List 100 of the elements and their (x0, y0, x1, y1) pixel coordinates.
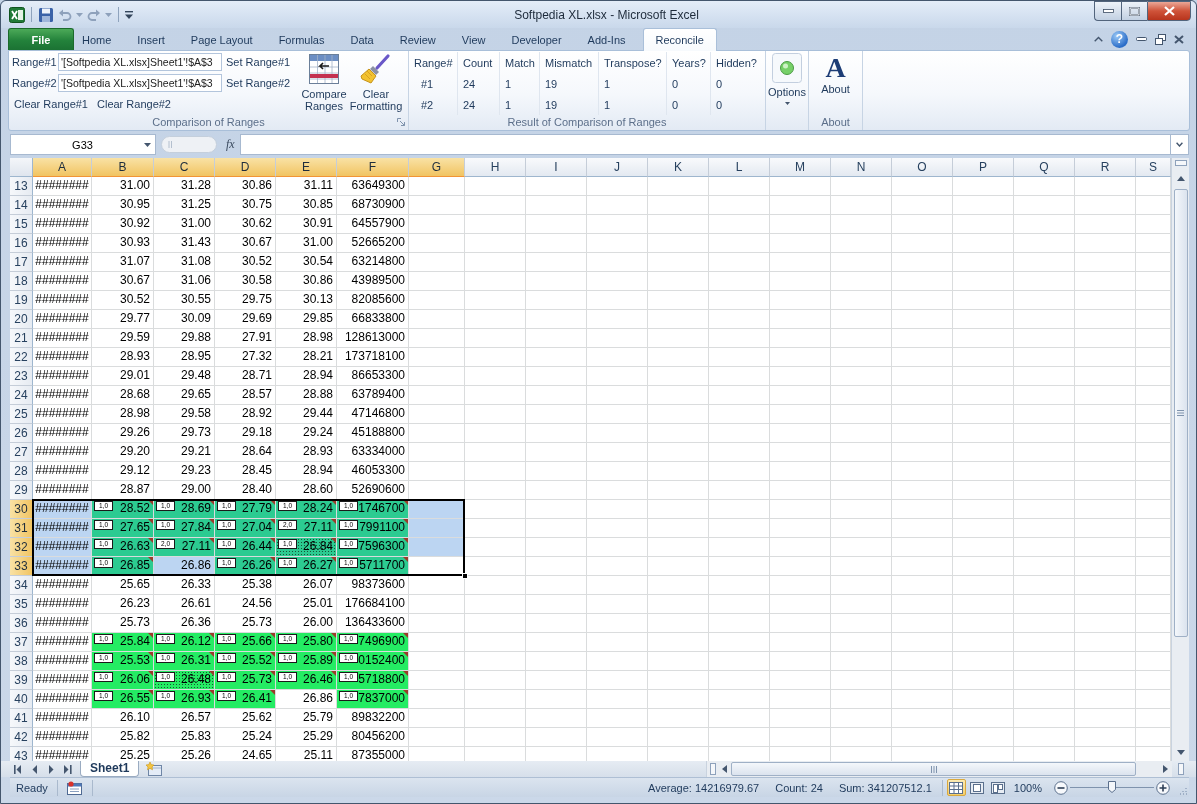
resize-grip-icon[interactable] (1178, 786, 1187, 795)
next-sheet-icon[interactable] (46, 764, 56, 774)
row-header[interactable]: 31 (10, 519, 33, 538)
save-icon[interactable] (38, 6, 54, 23)
expand-formula-button[interactable] (1171, 134, 1189, 155)
scrollbar-thumb[interactable] (1173, 189, 1188, 637)
split-handle-icon[interactable] (1177, 763, 1184, 775)
formula-input[interactable] (240, 134, 1171, 155)
scroll-left-icon[interactable] (722, 765, 727, 773)
column-header[interactable]: P (953, 158, 1014, 177)
column-header[interactable]: G (409, 158, 465, 177)
column-header[interactable]: I (526, 158, 587, 177)
ribbon-tab[interactable]: Formulas (265, 29, 338, 50)
clear-formatting-button[interactable]: Clear Formatting (348, 51, 404, 114)
row-header[interactable]: 33 (10, 557, 33, 576)
column-header[interactable]: C (154, 158, 215, 177)
name-box[interactable]: G33 (10, 134, 156, 155)
zoom-out-icon[interactable] (1054, 780, 1068, 795)
column-header[interactable]: J (587, 158, 648, 177)
column-header[interactable]: L (709, 158, 770, 177)
row-header[interactable]: 35 (10, 595, 33, 614)
row-header[interactable]: 26 (10, 424, 33, 443)
row-header[interactable]: 28 (10, 462, 33, 481)
customize-menu-icon[interactable] (125, 10, 133, 19)
scroll-down-icon[interactable] (1176, 750, 1185, 755)
view-button[interactable] (946, 779, 966, 796)
close-icon[interactable] (1174, 34, 1184, 44)
column-header[interactable]: A (33, 158, 92, 177)
row-header[interactable]: 34 (10, 576, 33, 595)
collapse-ribbon-icon[interactable] (1094, 36, 1103, 42)
column-header[interactable]: D (215, 158, 276, 177)
row-header[interactable]: 19 (10, 291, 33, 310)
column-header[interactable]: Q (1014, 158, 1075, 177)
row-header[interactable]: 24 (10, 386, 33, 405)
about-button[interactable]: A About (821, 51, 850, 114)
set-range-button[interactable]: Set Range#2 (224, 75, 293, 91)
column-header[interactable]: M (770, 158, 831, 177)
scroll-up-icon[interactable] (1176, 176, 1185, 181)
minimize-icon[interactable] (1136, 37, 1147, 41)
row-header[interactable]: 23 (10, 367, 33, 386)
zoom-in-icon[interactable] (1156, 780, 1170, 795)
view-button[interactable] (988, 779, 1008, 796)
insert-sheet-icon[interactable] (145, 762, 164, 776)
ribbon-tab[interactable]: Page Layout (177, 29, 266, 50)
compare-ranges-button[interactable]: Compare Ranges (300, 51, 348, 114)
file-tab[interactable]: File (8, 28, 74, 50)
ribbon-tab[interactable]: Reconcile (642, 28, 717, 51)
sheet-tab[interactable]: Sheet1 (80, 761, 140, 777)
column-header[interactable]: R (1075, 158, 1136, 177)
column-header[interactable]: H (465, 158, 526, 177)
range-field[interactable]: '[Softpedia XL.xlsx]Sheet1'!$A$3 (58, 53, 222, 72)
row-header[interactable]: 18 (10, 272, 33, 291)
ribbon-tab[interactable]: Add-Ins (574, 29, 639, 50)
macro-record-icon[interactable] (66, 780, 83, 795)
fill-handle[interactable] (462, 573, 468, 579)
dialog-launcher-icon[interactable] (397, 118, 405, 126)
row-header[interactable]: 39 (10, 671, 33, 690)
ribbon-tab[interactable]: Developer (498, 29, 575, 50)
previous-sheet-icon[interactable] (30, 764, 40, 774)
scrollbar-thumb[interactable] (731, 762, 1136, 776)
row-header[interactable]: 38 (10, 652, 33, 671)
ribbon-tab[interactable]: Review (386, 29, 449, 50)
maximize-button[interactable] (1121, 1, 1147, 21)
ribbon-tab[interactable]: Data (337, 29, 387, 50)
grip-icon[interactable] (161, 136, 217, 153)
first-sheet-icon[interactable] (14, 764, 24, 774)
split-handle-icon[interactable] (710, 763, 716, 775)
column-header[interactable]: F (337, 158, 409, 177)
ribbon-tab[interactable]: Home (74, 29, 125, 50)
row-header[interactable]: 40 (10, 690, 33, 709)
row-header[interactable]: 27 (10, 443, 33, 462)
row-header[interactable]: 30 (10, 500, 33, 519)
clear-range-button[interactable]: Clear Range#1 (12, 95, 90, 112)
dropdown-caret-icon[interactable] (144, 142, 151, 147)
column-header[interactable]: K (648, 158, 709, 177)
row-header[interactable]: 32 (10, 538, 33, 557)
options-button[interactable]: Options (766, 51, 808, 114)
row-header[interactable]: 25 (10, 405, 33, 424)
row-header[interactable]: 36 (10, 614, 33, 633)
split-handle-icon[interactable] (1174, 160, 1187, 166)
row-header[interactable]: 29 (10, 481, 33, 500)
set-range-button[interactable]: Set Range#1 (224, 54, 293, 71)
last-sheet-icon[interactable] (62, 764, 72, 774)
row-header[interactable]: 37 (10, 633, 33, 652)
zoom-level[interactable]: 100% (1013, 781, 1042, 794)
column-header[interactable]: N (831, 158, 892, 177)
close-button[interactable] (1147, 1, 1191, 21)
insert-function-button[interactable]: fx (224, 137, 237, 152)
clear-range-button[interactable]: Clear Range#2 (95, 95, 173, 112)
ribbon-tab[interactable]: View (448, 29, 499, 50)
row-header[interactable]: 15 (10, 215, 33, 234)
row-header[interactable]: 22 (10, 348, 33, 367)
column-header[interactable]: S (1136, 158, 1171, 177)
row-header[interactable]: 17 (10, 253, 33, 272)
column-header[interactable]: O (892, 158, 953, 177)
row-header[interactable]: 43 (10, 747, 33, 761)
view-button[interactable] (967, 779, 987, 796)
row-header[interactable]: 20 (10, 310, 33, 329)
row-header[interactable]: 14 (10, 196, 33, 215)
row-header[interactable]: 16 (10, 234, 33, 253)
